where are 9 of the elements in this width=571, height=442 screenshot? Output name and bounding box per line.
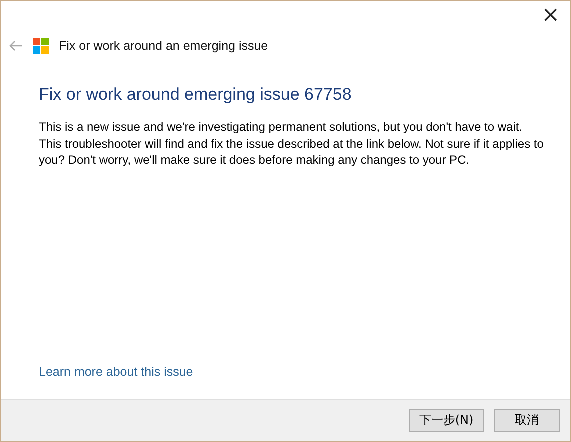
window-title: Fix or work around an emerging issue <box>59 39 268 53</box>
description-text: This is a new issue and we're investigating permanent solutions, but you don't have to wait. This troubleshooter will find and fix the issue described at the link below. Not sure if it applies to you? Don't worry, we'll make sure it does before making any changes to your PC. <box>39 119 545 168</box>
back-arrow-icon[interactable] <box>9 40 23 52</box>
page-heading: Fix or work around emerging issue 67758 <box>39 85 353 105</box>
four-squares-icon <box>33 38 49 54</box>
close-button[interactable]: × <box>532 1 570 29</box>
next-button[interactable]: 下一步(N) <box>409 409 484 432</box>
learn-more-link[interactable]: Learn more about this issue <box>39 365 194 379</box>
cancel-button[interactable]: 取消 <box>494 409 560 432</box>
